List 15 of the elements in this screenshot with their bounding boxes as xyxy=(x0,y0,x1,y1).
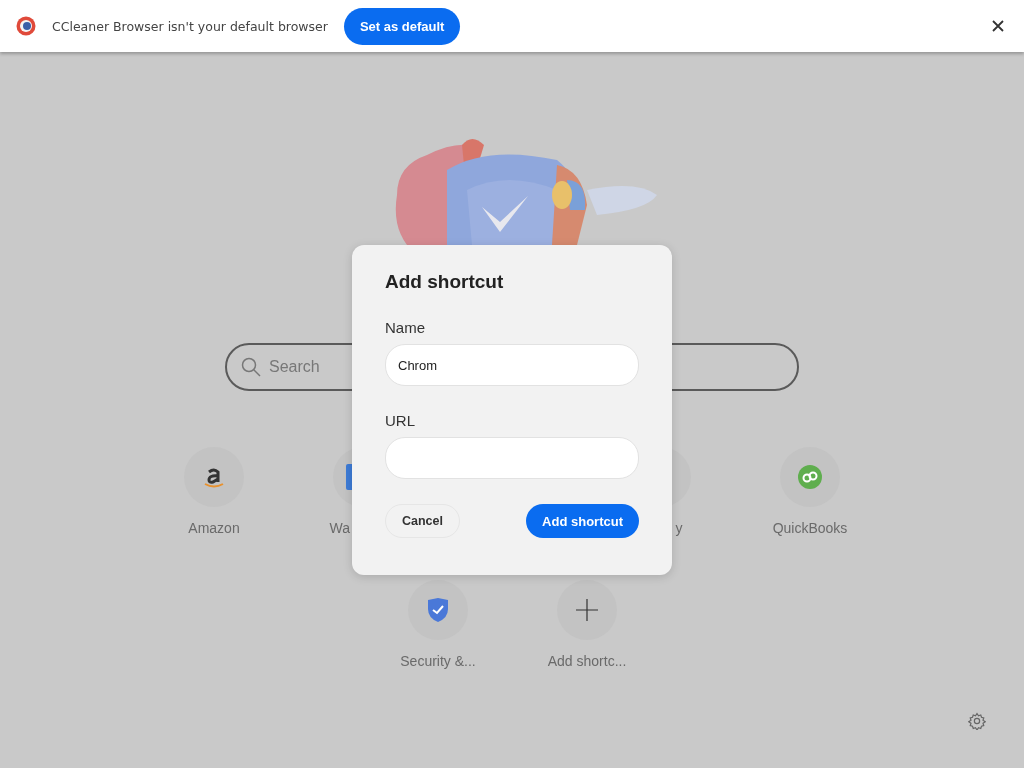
shortcut-label: Add shortc... xyxy=(547,653,627,669)
default-browser-message: CCleaner Browser isn't your default browser xyxy=(52,18,328,34)
shortcut-label: Security &... xyxy=(400,653,476,669)
shortcut-label: Wa xyxy=(329,520,350,536)
shortcut-label: QuickBooks xyxy=(772,520,848,536)
shortcut-label: y xyxy=(675,520,683,536)
add-shortcut-button[interactable]: Add shortcut xyxy=(526,504,639,538)
search-placeholder: Search xyxy=(269,358,320,376)
shortcut-label: Amazon xyxy=(188,520,240,536)
name-label: Name xyxy=(385,319,425,336)
cancel-button[interactable]: Cancel xyxy=(385,504,460,538)
dialog-title: Add shortcut xyxy=(385,271,504,293)
name-field[interactable]: Chrom xyxy=(385,344,639,386)
set-default-button[interactable]: Set as default xyxy=(343,7,461,45)
url-label: URL xyxy=(385,412,415,429)
